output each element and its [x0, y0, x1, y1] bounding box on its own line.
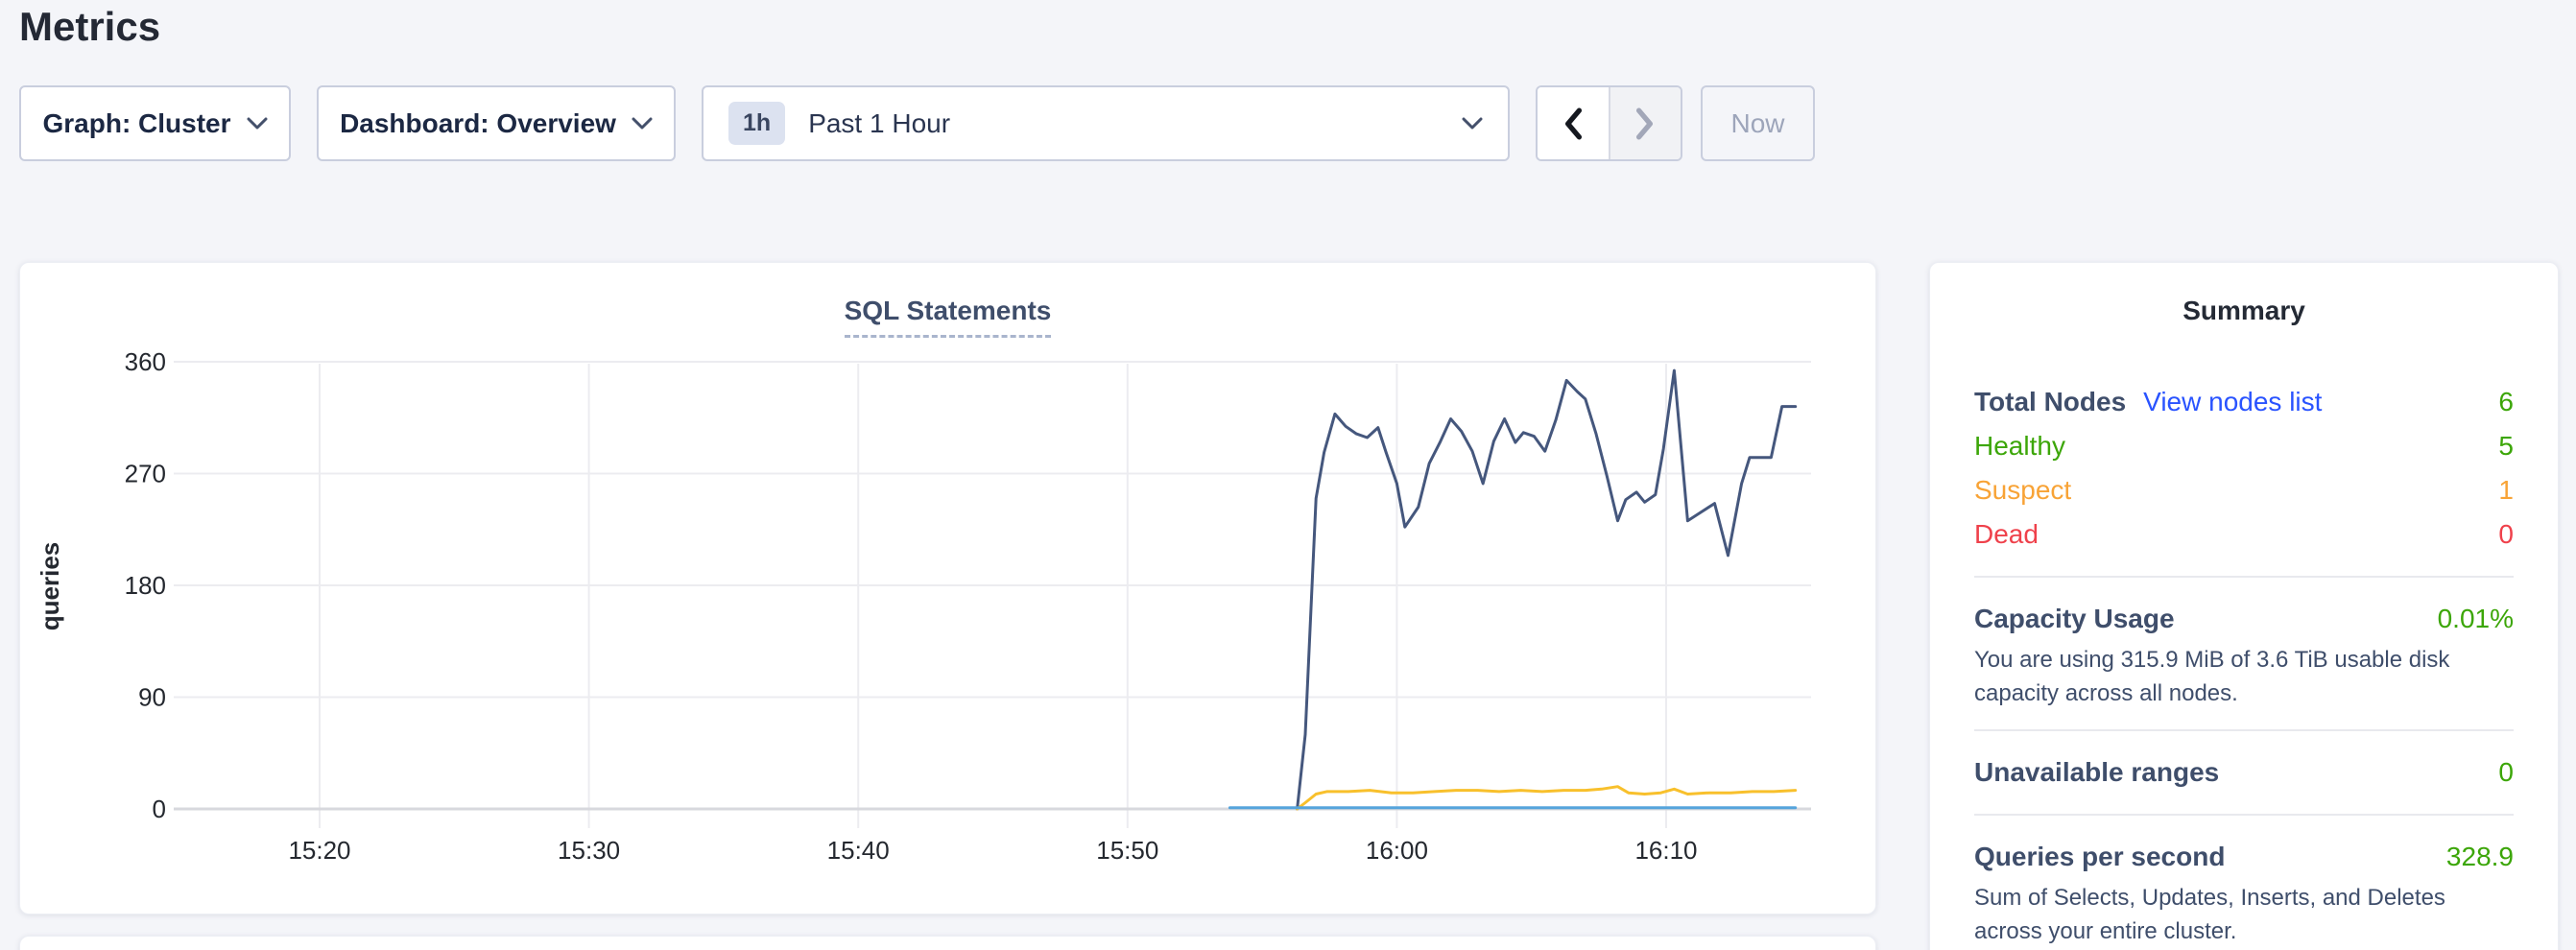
suspect-label: Suspect [1974, 475, 2071, 506]
time-range-badge: 1h [728, 102, 785, 145]
svg-text:15:20: 15:20 [288, 836, 350, 865]
view-nodes-list-link[interactable]: View nodes list [2143, 387, 2322, 417]
total-nodes-row: Total Nodes View nodes list 6 [1974, 380, 2514, 424]
svg-text:16:00: 16:00 [1366, 836, 1428, 865]
chevron-down-icon [1462, 117, 1483, 131]
sql-statements-chart-card: SQL Statements 15:2015:3015:4015:5016:00… [19, 262, 1876, 914]
queries-per-second-row: Queries per second 328.9 [1974, 835, 2514, 879]
unavailable-ranges-value: 0 [2498, 757, 2514, 788]
svg-text:15:40: 15:40 [827, 836, 890, 865]
capacity-usage-row: Capacity Usage 0.01% [1974, 597, 2514, 641]
time-range-selector[interactable]: 1h Past 1 Hour [702, 85, 1510, 161]
divider [1974, 814, 2514, 816]
svg-text:0: 0 [153, 795, 166, 823]
dead-label: Dead [1974, 519, 2039, 550]
svg-text:15:50: 15:50 [1096, 836, 1158, 865]
dead-value: 0 [2498, 519, 2514, 550]
svg-text:15:30: 15:30 [558, 836, 620, 865]
chevron-down-icon [247, 117, 268, 131]
svg-text:360: 360 [125, 347, 166, 376]
next-chart-card [19, 936, 1876, 950]
svg-text:16:10: 16:10 [1634, 836, 1697, 865]
unavailable-ranges-row: Unavailable ranges 0 [1974, 750, 2514, 795]
chart-plot[interactable]: 15:20 15:30 15:40 15:50 16:00 16:10 0 90 180 270 3… [20, 263, 1877, 915]
dead-nodes-row: Dead 0 [1974, 512, 2514, 557]
total-nodes-label: Total Nodes [1974, 387, 2126, 417]
dashboard-dropdown-label: Dashboard: Overview [340, 108, 616, 139]
prev-time-button[interactable] [1538, 87, 1609, 159]
time-range-label: Past 1 Hour [808, 108, 950, 139]
graph-dropdown[interactable]: Graph: Cluster [19, 85, 291, 161]
summary-panel: Summary Total Nodes View nodes list 6 He… [1929, 262, 2559, 950]
page-title: Metrics [19, 4, 160, 50]
summary-title: Summary [1974, 296, 2514, 326]
queries-per-second-value: 328.9 [2446, 842, 2514, 872]
chevron-left-icon [1562, 107, 1584, 140]
capacity-usage-value: 0.01% [2438, 604, 2514, 634]
svg-text:180: 180 [125, 571, 166, 600]
capacity-usage-label: Capacity Usage [1974, 604, 2175, 634]
now-button[interactable]: Now [1701, 85, 1815, 161]
divider [1974, 729, 2514, 731]
queries-per-second-label: Queries per second [1974, 842, 2225, 872]
chevron-right-icon [1634, 107, 1656, 140]
suspect-nodes-row: Suspect 1 [1974, 468, 2514, 512]
unavailable-ranges-label: Unavailable ranges [1974, 757, 2219, 788]
svg-text:90: 90 [138, 683, 166, 712]
capacity-usage-description: You are using 315.9 MiB of 3.6 TiB usabl… [1974, 643, 2514, 710]
suspect-value: 1 [2498, 475, 2514, 506]
queries-per-second-description: Sum of Selects, Updates, Inserts, and De… [1974, 881, 2514, 948]
chevron-down-icon [632, 117, 653, 131]
healthy-nodes-row: Healthy 5 [1974, 424, 2514, 468]
graph-dropdown-label: Graph: Cluster [42, 108, 230, 139]
dashboard-dropdown[interactable]: Dashboard: Overview [317, 85, 676, 161]
metrics-page: Metrics Graph: Cluster Dashboard: Overvi… [0, 0, 2576, 950]
divider [1974, 576, 2514, 578]
next-time-button[interactable] [1609, 87, 1682, 159]
time-pager [1536, 85, 1682, 161]
svg-text:270: 270 [125, 460, 166, 488]
healthy-value: 5 [2498, 431, 2514, 462]
healthy-label: Healthy [1974, 431, 2065, 462]
svg-text:queries: queries [36, 542, 64, 631]
total-nodes-value: 6 [2498, 387, 2514, 417]
